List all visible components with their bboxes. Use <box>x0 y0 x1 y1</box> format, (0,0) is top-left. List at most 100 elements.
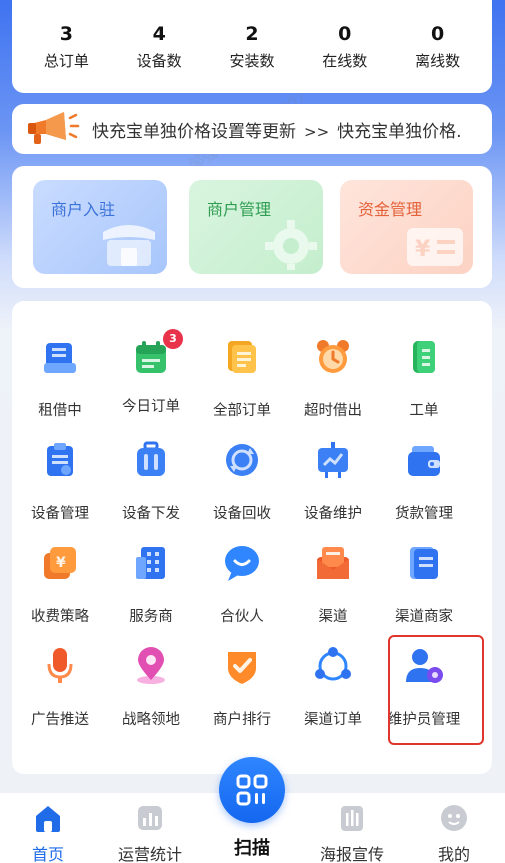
stat-total-orders[interactable]: 3 总订单 <box>21 22 111 71</box>
tab-label: 首页 <box>31 845 64 863</box>
grid-item-payment-management[interactable]: 货款管理 <box>378 440 470 523</box>
poster-icon <box>341 806 363 831</box>
tab-operation-stats[interactable]: 运营统计 <box>110 803 190 863</box>
tile-fund-management[interactable]: 资金管理 ¥ <box>340 180 473 274</box>
grid-item-label: 广告推送 <box>31 712 89 728</box>
grid-item-label: 战略领地 <box>122 712 180 728</box>
grid-item-timeout-rentals[interactable]: 超时借出 <box>287 337 379 420</box>
recycle-icon <box>226 444 258 476</box>
svg-text:¥: ¥ <box>56 555 66 571</box>
share-network-icon <box>315 647 351 681</box>
stats-card: 3 总订单 4 设备数 2 安装数 0 在线数 0 离线数 <box>12 0 492 93</box>
stat-value: 0 <box>430 23 445 45</box>
grid-item-label: 设备管理 <box>31 506 89 522</box>
grid-item-label: 租借中 <box>38 403 82 419</box>
grid-item-label: 商户排行 <box>213 712 271 728</box>
grid-item-all-orders[interactable]: 全部订单 <box>196 337 288 420</box>
yen-stack-icon: ¥ <box>44 547 76 579</box>
grid-item-label: 今日订单 <box>122 399 180 415</box>
grid-item-strategic-territory[interactable]: 战略领地 <box>105 646 197 729</box>
grid-item-charging-strategy[interactable]: ¥ 收费策略 <box>14 543 106 626</box>
chat-bubble-icon <box>225 546 259 581</box>
stat-devices[interactable]: 4 设备数 <box>114 22 204 71</box>
notification-badge: 3 <box>163 329 183 349</box>
notice-text: 快充宝单独价格设置等更新 >> 快充宝单独价格. <box>92 117 462 142</box>
grid-item-merchant-ranking[interactable]: 商户排行 <box>196 646 288 729</box>
storefront-icon <box>103 225 155 266</box>
user-face-icon <box>441 805 467 831</box>
grid-item-channel-merchants[interactable]: 渠道商家 <box>378 543 470 626</box>
alarm-clock-icon <box>317 340 349 373</box>
stat-label: 在线数 <box>322 52 368 70</box>
tile-label: 商户入驻 <box>51 200 116 219</box>
stat-label: 总订单 <box>43 52 89 70</box>
stat-value: 0 <box>338 23 352 45</box>
tab-label: 我的 <box>437 845 470 863</box>
microphone-icon <box>47 648 73 683</box>
grid-item-label: 设备维护 <box>304 506 362 522</box>
clipboard-icon <box>47 443 73 476</box>
tab-home[interactable]: 首页 <box>8 803 88 863</box>
megaphone-icon <box>28 112 80 144</box>
tile-merchant-management[interactable]: 商户管理 <box>189 180 323 274</box>
tile-label: 资金管理 <box>358 200 423 219</box>
book-icon <box>44 343 76 373</box>
ranking-badge-icon <box>228 652 256 684</box>
grid-item-label: 货款管理 <box>395 506 453 522</box>
stat-label: 安装数 <box>229 52 275 70</box>
grid-item-device-recycle[interactable]: 设备回收 <box>196 440 288 523</box>
grid-item-label: 全部订单 <box>213 403 271 419</box>
stat-label: 离线数 <box>415 52 461 70</box>
tab-poster-promotion[interactable]: 海报宣传 <box>312 803 392 863</box>
grid-item-label: 服务商 <box>129 609 173 625</box>
quick-tiles-card: 商户入驻 商户管理 资金管理 ¥ <box>12 166 492 288</box>
wallet-icon <box>408 446 440 476</box>
grid-item-work-orders[interactable]: 工单 <box>378 337 470 420</box>
grid-item-renting[interactable]: 租借中 <box>14 337 106 420</box>
document-list-icon <box>228 341 256 373</box>
tile-label: 商户管理 <box>207 200 272 219</box>
phone-ticket-icon <box>413 341 435 373</box>
scan-grid-icon <box>236 774 268 806</box>
notice-message: 快充宝单独价格设置等更新 <box>92 121 296 142</box>
grid-item-label: 设备下发 <box>122 506 180 522</box>
stat-online[interactable]: 0 在线数 <box>300 22 390 71</box>
grid-item-channel-orders[interactable]: 渠道订单 <box>287 646 379 729</box>
grid-item-service-provider[interactable]: 服务商 <box>105 543 197 626</box>
tab-mine[interactable]: 我的 <box>414 803 494 863</box>
notice-message: 快充宝单独价格. <box>337 121 462 142</box>
grid-item-label: 合伙人 <box>220 609 264 625</box>
grid-item-label: 设备回收 <box>213 506 271 522</box>
grid-item-today-orders[interactable]: 3 今日订单 <box>105 329 197 416</box>
grid-item-device-maintenance[interactable]: 设备维护 <box>287 440 379 523</box>
stat-installed[interactable]: 2 安装数 <box>207 22 297 71</box>
contact-card-icon <box>410 547 438 579</box>
grid-item-label: 收费策略 <box>31 609 89 625</box>
grid-item-label: 渠道订单 <box>304 712 362 728</box>
grid-item-label: 渠道 <box>318 609 348 625</box>
stat-offline[interactable]: 0 离线数 <box>393 22 483 71</box>
tab-label: 海报宣传 <box>319 845 384 863</box>
stat-label: 设备数 <box>136 52 182 70</box>
grid-item-label: 超时借出 <box>304 403 362 419</box>
grid-item-label: 工单 <box>409 403 439 419</box>
grid-item-device-management[interactable]: 设备管理 <box>14 440 106 523</box>
svg-text:¥: ¥ <box>415 237 431 262</box>
selection-highlight <box>388 635 484 745</box>
notice-bar[interactable]: 快充宝单独价格设置等更新 >> 快充宝单独价格. <box>12 104 492 154</box>
scan-label: 扫描 <box>234 838 270 859</box>
grid-item-device-dispatch[interactable]: 设备下发 <box>105 440 197 523</box>
tab-label: 运营统计 <box>117 845 182 863</box>
grid-item-ad-push[interactable]: 广告推送 <box>14 646 106 729</box>
function-grid: 租借中 3 今日订单 全部订单 超时借出 工单 设备管理 设备下发 设备回收 设… <box>12 301 492 774</box>
grid-item-label: 渠道商家 <box>395 609 453 625</box>
yen-card-icon: ¥ <box>407 228 463 266</box>
map-pin-icon <box>137 647 165 684</box>
stat-value: 3 <box>59 23 73 45</box>
grid-item-channel[interactable]: 渠道 <box>287 543 379 626</box>
tile-merchant-onboarding[interactable]: 商户入驻 <box>33 180 167 274</box>
grid-item-partner[interactable]: 合伙人 <box>196 543 288 626</box>
stat-value: 4 <box>152 23 166 45</box>
notice-separator: >> <box>304 122 330 141</box>
scan-button[interactable] <box>219 757 285 823</box>
